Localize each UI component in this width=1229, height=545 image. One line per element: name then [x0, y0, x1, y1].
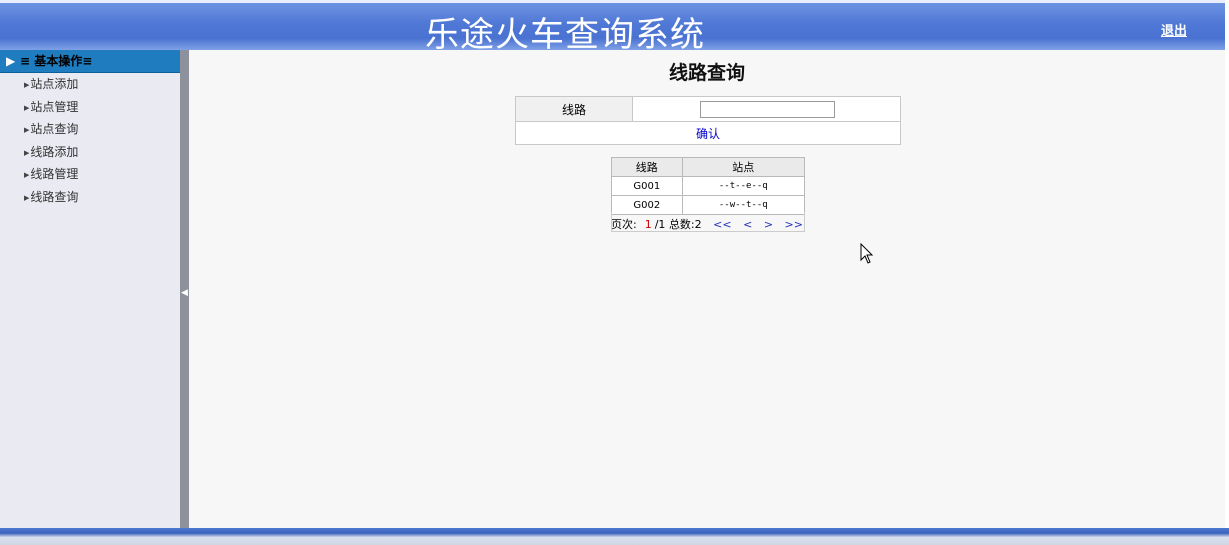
sidebar: ▶ ≡ 基本操作≡ ▶站点添加 ▶站点管理 ▶站点查询 ▶线路添加 ▶线路管理 ▶… — [0, 50, 180, 528]
sidebar-item-manage-station[interactable]: ▶站点管理 — [0, 96, 180, 119]
main-content: 线路查询 线路 确认 线路 站点 G001 --t--e--q G002 --w… — [189, 50, 1225, 528]
column-header-stations: 站点 — [681, 157, 806, 177]
confirm-button[interactable]: 确认 — [515, 121, 901, 145]
page-title: 线路查询 — [668, 62, 745, 84]
sidebar-group-basic-operations[interactable]: ▶ ≡ 基本操作≡ — [0, 50, 180, 73]
triangle-right-icon: ▶ — [24, 81, 30, 89]
pagination-frame — [611, 212, 805, 232]
sidebar-item-add-route[interactable]: ▶线路添加 — [0, 141, 180, 164]
mouse-pointer-icon — [860, 243, 874, 264]
group-toggle-icon: ▶ — [6, 54, 16, 68]
sidebar-group-label: ≡ 基本操作≡ — [20, 54, 93, 68]
triangle-right-icon: ▶ — [24, 126, 30, 134]
sidebar-item-query-route[interactable]: ▶线路查询 — [0, 186, 180, 209]
sidebar-item-label: 站点管理 — [30, 99, 79, 114]
sidebar-splitter[interactable]: ◀ — [180, 50, 189, 528]
route-field-cell — [632, 96, 901, 122]
triangle-right-icon: ▶ — [24, 148, 30, 157]
bottom-status-strip — [0, 528, 1229, 545]
pagination: 页次: 1/1 总数:2 << < > >> — [611, 212, 805, 232]
logout-link[interactable]: 退出 — [1161, 20, 1187, 39]
sidebar-item-add-station[interactable]: ▶站点添加 — [0, 73, 180, 96]
sidebar-item-query-station[interactable]: ▶站点查询 — [0, 118, 180, 141]
column-header-route: 线路 — [611, 157, 683, 177]
collapse-arrow-icon[interactable]: ◀ — [181, 288, 188, 298]
sidebar-item-label: 站点添加 — [30, 77, 79, 91]
triangle-right-icon: ▶ — [24, 193, 30, 202]
stations-cell: --t--e--q — [681, 176, 806, 196]
app-title: 乐途火车查询系统 — [425, 15, 705, 55]
sidebar-item-label: 站点查询 — [30, 122, 79, 136]
sidebar-item-label: 线路管理 — [30, 167, 79, 181]
results-table: 线路 站点 G001 --t--e--q G002 --w--t--q — [611, 157, 806, 215]
table-row: G001 --t--e--q — [611, 176, 806, 196]
window-edge — [1225, 0, 1229, 545]
sidebar-item-manage-route[interactable]: ▶线路管理 — [0, 163, 180, 186]
route-field-label: 线路 — [515, 96, 633, 122]
route-input[interactable] — [700, 100, 835, 118]
sidebar-item-label: 线路添加 — [30, 144, 79, 159]
query-form: 线路 确认 — [515, 96, 901, 145]
table-header-row: 线路 站点 — [611, 157, 806, 177]
triangle-right-icon: ▶ — [24, 171, 30, 179]
triangle-right-icon: ▶ — [24, 103, 30, 112]
sidebar-item-label: 线路查询 — [30, 189, 79, 204]
header-banner: 乐途火车查询系统 退出 — [0, 0, 1225, 55]
route-cell: G001 — [611, 176, 683, 196]
